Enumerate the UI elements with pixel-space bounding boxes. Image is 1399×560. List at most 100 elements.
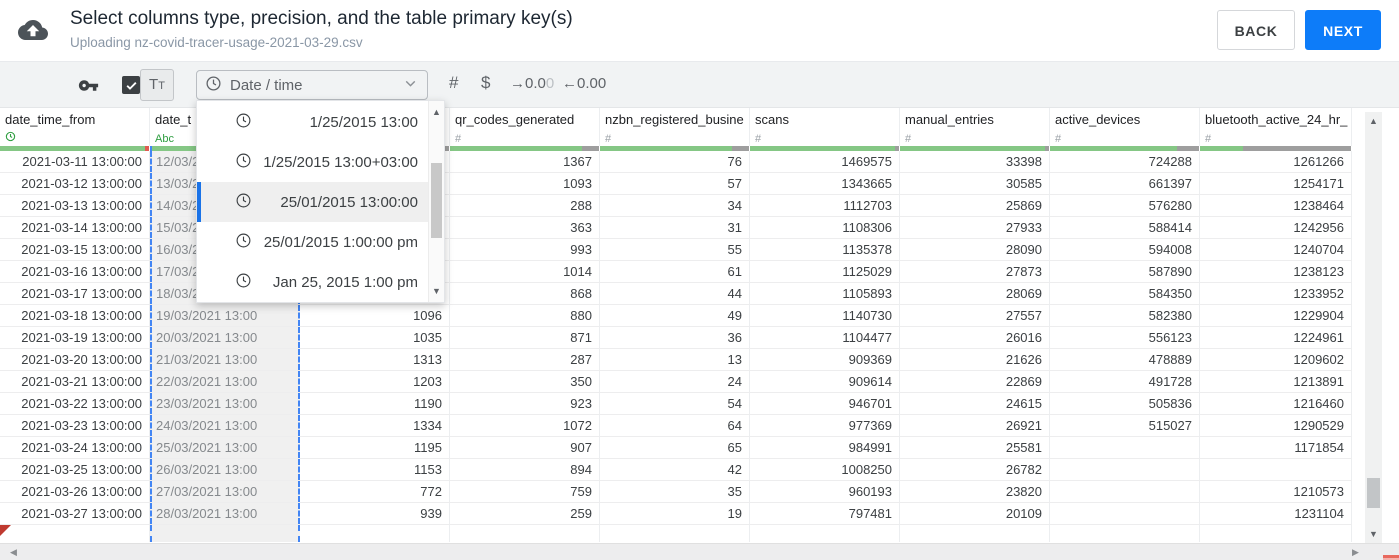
cell: 25/03/2021 13:00 — [150, 437, 300, 458]
cell: 2021-03-16 13:00:00 — [0, 261, 150, 282]
cell: 259 — [450, 503, 600, 524]
scroll-down-icon[interactable]: ▼ — [1365, 529, 1382, 539]
column-header-scans[interactable]: scans # — [750, 108, 900, 146]
cell — [150, 525, 300, 542]
column-header-bluetooth_active_24_hr_[interactable]: bluetooth_active_24_hr_ # — [1200, 108, 1352, 146]
cell — [750, 525, 900, 542]
cell: 350 — [450, 371, 600, 392]
cell: 1195 — [300, 437, 450, 458]
cell: 54 — [600, 393, 750, 414]
cell: 1224961 — [1200, 327, 1352, 348]
column-header-manual_entries[interactable]: manual_entries # — [900, 108, 1050, 146]
cell: 22869 — [900, 371, 1050, 392]
cell: 1140730 — [750, 305, 900, 326]
cell: 27933 — [900, 217, 1050, 238]
text-type-button[interactable]: Tt — [140, 69, 174, 101]
menu-scroll-up-icon[interactable]: ▲ — [429, 105, 444, 119]
cell: 33398 — [900, 151, 1050, 172]
column-name: qr_codes_generated — [455, 112, 575, 127]
column-header-nzbn_registered_busine[interactable]: nzbn_registered_busine # — [600, 108, 750, 146]
back-button[interactable]: BACK — [1217, 10, 1295, 50]
cell: 65 — [600, 437, 750, 458]
page-header: Select columns type, precision, and the … — [0, 0, 1399, 62]
table-row: 2021-03-22 13:00:00 23/03/2021 13:00 1190 9… — [0, 393, 1352, 415]
menu-scroll-down-icon[interactable]: ▼ — [429, 284, 444, 298]
cell: 1238123 — [1200, 261, 1352, 282]
cell: 26782 — [900, 459, 1050, 480]
cell: 25581 — [900, 437, 1050, 458]
include-column-checkbox[interactable] — [122, 76, 140, 94]
cell: 1108306 — [750, 217, 900, 238]
date-format-option[interactable]: 25/01/2015 1:00:00 pm — [197, 222, 428, 262]
date-format-option[interactable]: 25/01/2015 13:00:00 — [197, 182, 428, 222]
date-format-option[interactable]: 1/25/2015 13:00 — [197, 102, 428, 142]
date-format-label: 1/25/2015 13:00 — [309, 113, 418, 131]
cell: 2021-03-11 13:00:00 — [0, 151, 150, 172]
cell: 363 — [450, 217, 600, 238]
date-format-label: 1/25/2015 13:00+03:00 — [263, 153, 418, 171]
cell: 2021-03-18 13:00:00 — [0, 305, 150, 326]
table-row: 2021-03-27 13:00:00 28/03/2021 13:00 939 25… — [0, 503, 1352, 525]
scroll-left-icon[interactable]: ◀ — [10, 546, 17, 559]
cell: 871 — [450, 327, 600, 348]
cell: 44 — [600, 283, 750, 304]
column-header-active_devices[interactable]: active_devices # — [1050, 108, 1200, 146]
cell: 55 — [600, 239, 750, 260]
left-arrow-icon: ← — [562, 75, 577, 92]
horizontal-scrollbar[interactable]: ◀ ▶ — [0, 543, 1399, 560]
column-name: bluetooth_active_24_hr_ — [1205, 112, 1348, 127]
menu-scrollbar[interactable]: ▲ ▼ — [428, 101, 444, 302]
cell: 894 — [450, 459, 600, 480]
vertical-scrollbar[interactable]: ▲ ▼ — [1365, 112, 1382, 543]
cell: 2021-03-19 13:00:00 — [0, 327, 150, 348]
cell: 57 — [600, 173, 750, 194]
table-row: 2021-03-23 13:00:00 24/03/2021 13:00 1334 1… — [0, 415, 1352, 437]
cell — [600, 525, 750, 542]
cell: 661397 — [1050, 173, 1200, 194]
right-arrow-icon: → — [510, 75, 525, 92]
number-type-button[interactable]: # — [449, 73, 458, 93]
primary-key-icon[interactable] — [78, 75, 99, 101]
cell: 34 — [600, 195, 750, 216]
cell: 594008 — [1050, 239, 1200, 260]
scroll-up-icon[interactable]: ▲ — [1365, 116, 1382, 126]
cell: 1254171 — [1200, 173, 1352, 194]
cell: 1203 — [300, 371, 450, 392]
cell — [900, 525, 1050, 542]
cell: 20109 — [900, 503, 1050, 524]
cell: 797481 — [750, 503, 900, 524]
cell: 868 — [450, 283, 600, 304]
next-button[interactable]: NEXT — [1305, 10, 1381, 50]
menu-scrollbar-thumb[interactable] — [431, 163, 442, 238]
clock-icon — [235, 272, 252, 293]
cell: 28090 — [900, 239, 1050, 260]
decrease-decimal-button[interactable]: ←0.00 — [562, 75, 606, 92]
currency-type-button[interactable]: $ — [481, 73, 490, 93]
cell: 909614 — [750, 371, 900, 392]
cell: 880 — [450, 305, 600, 326]
cell: 1105893 — [750, 283, 900, 304]
cell: 984991 — [750, 437, 900, 458]
cell: 960193 — [750, 481, 900, 502]
scroll-right-icon[interactable]: ▶ — [1352, 546, 1359, 559]
cell — [0, 525, 150, 542]
cell: 23/03/2021 13:00 — [150, 393, 300, 414]
cell: 25869 — [900, 195, 1050, 216]
column-name: manual_entries — [905, 112, 994, 127]
cell — [450, 525, 600, 542]
column-header-date_time_from[interactable]: date_time_from — [0, 108, 150, 146]
date-format-option[interactable]: Jan 25, 2015 1:00 pm — [197, 262, 428, 302]
increase-decimal-button[interactable]: →0.00 — [510, 75, 554, 92]
cell: 1231104 — [1200, 503, 1352, 524]
column-type-label: # — [605, 133, 612, 145]
column-type-select[interactable]: Date / time — [196, 70, 428, 100]
vertical-scrollbar-thumb[interactable] — [1367, 478, 1380, 508]
cell: 491728 — [1050, 371, 1200, 392]
cell: 20/03/2021 13:00 — [150, 327, 300, 348]
column-header-qr_codes_generated[interactable]: qr_codes_generated # — [450, 108, 600, 146]
cell: 1125029 — [750, 261, 900, 282]
date-format-option[interactable]: 1/25/2015 13:00+03:00 — [197, 142, 428, 182]
clock-icon — [205, 75, 222, 96]
table-row: 2021-03-18 13:00:00 19/03/2021 13:00 1096 8… — [0, 305, 1352, 327]
cell: 1240704 — [1200, 239, 1352, 260]
